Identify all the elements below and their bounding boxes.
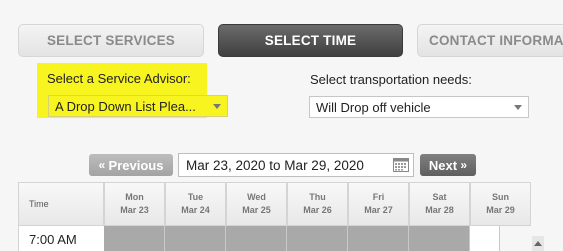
time-header-label: Time: [29, 198, 49, 209]
scrollbar[interactable]: [532, 236, 544, 251]
advisor-dropdown[interactable]: A Drop Down List Plea...: [48, 95, 228, 117]
day-date: Mar 23: [120, 205, 149, 215]
advisor-dropdown-value: A Drop Down List Plea...: [55, 98, 196, 114]
day-name: Mon: [125, 192, 144, 202]
day-header: Sat Mar 28: [409, 182, 470, 226]
next-label: Next: [428, 157, 458, 173]
time-slot-cell[interactable]: [470, 226, 500, 251]
transport-dropdown-value: Will Drop off vehicle: [316, 99, 431, 115]
day-date: Mar 28: [425, 205, 454, 215]
date-range-value: Mar 23, 2020 to Mar 29, 2020: [186, 157, 364, 173]
next-week-button[interactable]: Next »: [420, 154, 476, 176]
day-name: Tue: [187, 192, 204, 202]
time-slot-label: 7:00 AM: [18, 226, 104, 251]
time-column-header: Time: [18, 182, 104, 226]
day-header: Thu Mar 26: [287, 182, 348, 226]
time-slot-cell[interactable]: [287, 226, 348, 251]
time-slot-cell[interactable]: [348, 226, 409, 251]
day-date: Mar 24: [181, 205, 210, 215]
day-name: Sun: [492, 192, 509, 202]
day-header: Wed Mar 25: [226, 182, 287, 226]
day-date: Mar 26: [303, 205, 332, 215]
day-header: Mon Mar 23: [104, 182, 165, 226]
day-header: Sun Mar 29: [470, 182, 531, 226]
day-name: Fri: [372, 192, 385, 202]
day-name: Wed: [247, 192, 266, 202]
step-contact-information[interactable]: CONTACT INFORMATI: [417, 24, 563, 57]
time-slot-cell[interactable]: [104, 226, 165, 251]
day-date: Mar 25: [242, 205, 271, 215]
double-chevron-right-icon: »: [457, 158, 468, 172]
calendar-icon[interactable]: [393, 158, 409, 172]
step-tabs: SELECT SERVICES SELECT TIME CONTACT INFO…: [0, 0, 563, 70]
day-name: Thu: [309, 192, 326, 202]
scroll-up-arrow-icon[interactable]: [534, 241, 542, 246]
previous-week-button[interactable]: « Previous: [89, 154, 173, 176]
time-slot-cell[interactable]: [409, 226, 470, 251]
chevron-down-icon: [514, 105, 522, 110]
day-date: Mar 29: [486, 205, 515, 215]
advisor-label: Select a Service Advisor:: [47, 71, 191, 86]
day-name: Sat: [432, 192, 447, 202]
day-header: Tue Mar 24: [165, 182, 226, 226]
previous-label: Previous: [108, 157, 164, 173]
time-slot-cell[interactable]: [165, 226, 226, 251]
step-select-services[interactable]: SELECT SERVICES: [18, 24, 204, 57]
step-select-time[interactable]: SELECT TIME: [218, 24, 403, 57]
transport-dropdown[interactable]: Will Drop off vehicle: [309, 96, 529, 118]
date-range-input[interactable]: Mar 23, 2020 to Mar 29, 2020: [178, 153, 414, 177]
double-chevron-left-icon: «: [98, 158, 109, 172]
day-date: Mar 27: [364, 205, 393, 215]
schedule-grid: Time Mon Mar 23 Tue Mar 24 Wed Mar 25 Thu Mar 2…: [18, 182, 548, 251]
day-header: Fri Mar 27: [348, 182, 409, 226]
chevron-down-icon: [213, 104, 221, 109]
time-slot-cell[interactable]: [226, 226, 287, 251]
transport-label: Select transportation needs:: [310, 72, 472, 87]
